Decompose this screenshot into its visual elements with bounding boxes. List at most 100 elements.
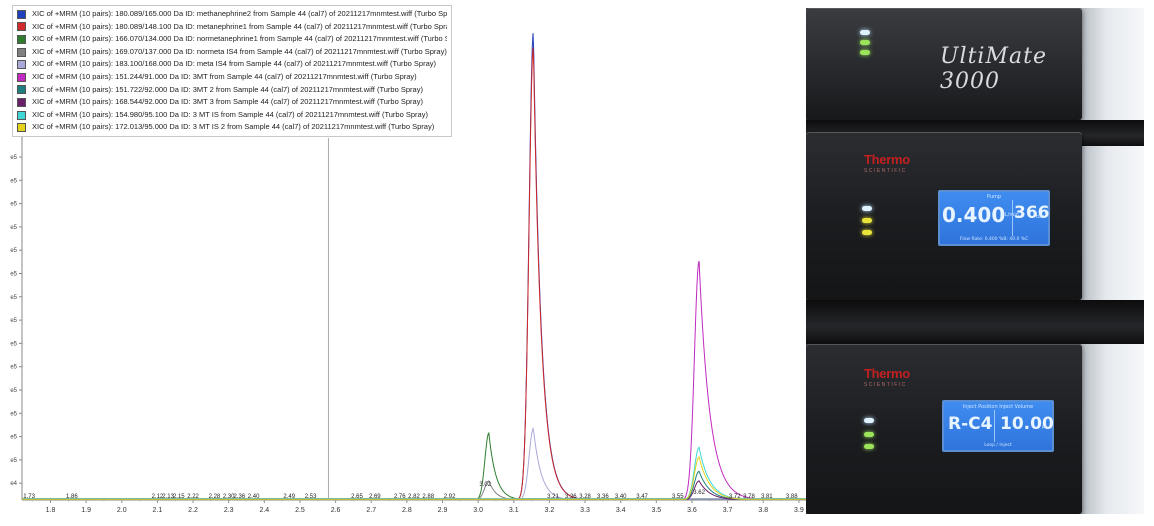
legend-entry: XIC of +MRM (10 pairs): 183.100/168.000 …	[17, 58, 447, 71]
legend-swatch	[17, 97, 26, 107]
retention-time-label: 3.28	[579, 494, 591, 500]
chart-legend: XIC of +MRM (10 pairs): 180.089/165.000 …	[12, 5, 452, 137]
x-tick-label: 3.2	[545, 507, 555, 514]
status-led-icon	[860, 50, 870, 55]
retention-time-label: 2.40	[248, 494, 260, 500]
legend-label: XIC of +MRM (10 pairs): 172.013/95.000 D…	[32, 122, 435, 132]
lcd-divider	[994, 410, 995, 442]
y-tick-label: e5	[10, 272, 17, 278]
x-tick-label: 2.0	[117, 507, 127, 514]
thermo-brand-logo: Thermo	[864, 152, 910, 167]
thermo-brand-sub: SCIENTIFIC	[864, 168, 907, 174]
retention-time-label: 3.26	[565, 494, 577, 500]
y-tick-label: e5	[10, 341, 17, 347]
retention-time-label: 1.86	[66, 494, 78, 500]
status-led-icon	[864, 444, 874, 449]
inject-position-value: R-C4	[948, 414, 993, 434]
x-tick-label: 2.3	[224, 507, 234, 514]
y-tick-label: e5	[10, 295, 17, 301]
x-tick-label: 2.9	[438, 507, 448, 514]
legend-swatch	[17, 34, 26, 44]
legend-entry: XIC of +MRM (10 pairs): 180.089/148.100 …	[17, 21, 447, 34]
retention-time-label: 3.47	[636, 494, 648, 500]
x-tick-label: 3.1	[509, 507, 519, 514]
legend-label: XIC of +MRM (10 pairs): 169.070/137.000 …	[32, 46, 447, 56]
legend-entry: XIC of +MRM (10 pairs): 172.013/95.000 D…	[17, 121, 447, 134]
x-tick-label: 1.8	[46, 507, 56, 514]
x-tick-label: 3.3	[580, 507, 590, 514]
pump-display-header: Pump	[986, 194, 1002, 200]
retention-time-label: 3.72	[729, 494, 741, 500]
y-tick-label: e5	[10, 388, 17, 394]
retention-time-label: 3.02	[479, 482, 491, 488]
status-led-icon	[862, 218, 872, 223]
y-tick-label: e5	[10, 155, 17, 161]
y-tick-label: e5	[10, 411, 17, 417]
autosampler-display: Inject Position Inject Volume R-C4 10.00…	[942, 400, 1054, 452]
photo-background-wall	[1082, 8, 1144, 514]
ultimate-logo: UltiMate 3000	[940, 44, 1047, 94]
retention-time-label: 2.28	[209, 494, 221, 500]
legend-entry: XIC of +MRM (10 pairs): 154.980/95.100 D…	[17, 109, 447, 122]
retention-time-label: 2.49	[283, 494, 295, 500]
legend-swatch	[17, 72, 26, 82]
retention-time-label: 2.36	[234, 494, 246, 500]
x-tick-label: 2.8	[402, 507, 412, 514]
legend-swatch	[17, 47, 26, 57]
y-tick-label: e5	[10, 202, 17, 208]
x-tick-label: 2.4	[259, 507, 269, 514]
retention-time-label: 3.62	[693, 490, 705, 496]
y-tick-label: e5	[10, 365, 17, 371]
legend-entry: XIC of +MRM (10 pairs): 166.070/134.000 …	[17, 33, 447, 46]
retention-time-label: 3.36	[597, 494, 609, 500]
y-tick-label: e5	[10, 458, 17, 464]
x-tick-label: 2.6	[331, 507, 341, 514]
x-tick-label: 2.5	[295, 507, 305, 514]
rack-shelf	[806, 300, 1144, 344]
retention-time-label: 2.15	[173, 494, 185, 500]
y-tick-label: e5	[10, 225, 17, 231]
retention-time-label: 3.81	[761, 494, 773, 500]
x-tick-label: 3.4	[616, 507, 626, 514]
instrument-autosampler-module: Thermo SCIENTIFIC Inject Position Inject…	[806, 344, 1082, 514]
retention-time-label: 2.82	[408, 494, 420, 500]
series-line	[22, 456, 806, 500]
screenshot-root: e5 e5 e5 e5 e5 e5 e5 e5 e5 e5 e5 e5 e5 e5 e4 1.8 1.9 2.0 2…	[0, 0, 1154, 526]
legend-label: XIC of +MRM (10 pairs): 168.544/92.000 D…	[32, 97, 423, 107]
legend-entry: XIC of +MRM (10 pairs): 169.070/137.000 …	[17, 46, 447, 59]
retention-time-label: 2.69	[369, 494, 381, 500]
retention-time-label: 3.55	[672, 494, 684, 500]
autosampler-display-header: Inject Position Inject Volume	[962, 404, 1034, 410]
inject-volume-unit: µl	[1042, 424, 1047, 430]
legend-label: XIC of +MRM (10 pairs): 183.100/168.000 …	[32, 59, 437, 69]
legend-entry: XIC of +MRM (10 pairs): 151.722/92.000 D…	[17, 84, 447, 97]
chart-annotation-layer: 1.73 1.86 2.12 2.13 2.15 2.22 2.28 2.30 2.36 2.40…	[23, 482, 798, 500]
legend-label: XIC of +MRM (10 pairs): 151.722/92.000 D…	[32, 84, 423, 94]
retention-time-label: 2.53	[305, 494, 317, 500]
legend-entry: XIC of +MRM (10 pairs): 151.244/91.000 D…	[17, 71, 447, 84]
retention-time-label: 3.40	[615, 494, 627, 500]
thermo-brand-sub: SCIENTIFIC	[864, 382, 907, 388]
pump-pressure-value: 366	[1014, 203, 1050, 223]
legend-label: XIC of +MRM (10 pairs): 180.089/165.000 …	[32, 9, 447, 18]
pump-flow-value: 0.400	[942, 203, 1006, 227]
status-led-icon	[862, 206, 872, 211]
legend-label: XIC of +MRM (10 pairs): 151.244/91.000 D…	[32, 71, 417, 81]
legend-swatch	[17, 60, 26, 70]
legend-swatch	[17, 22, 26, 32]
legend-entry: XIC of +MRM (10 pairs): 168.544/92.000 D…	[17, 96, 447, 109]
retention-time-label: 2.76	[394, 494, 406, 500]
autosampler-display-footer: Loop / Inject	[984, 443, 1012, 448]
retention-time-label: 2.88	[422, 494, 434, 500]
lcd-divider	[1012, 200, 1013, 236]
series-line	[22, 426, 806, 500]
status-led-icon	[862, 230, 872, 235]
x-tick-label: 3.5	[651, 507, 661, 514]
series-line	[22, 446, 806, 500]
status-led-icon	[864, 432, 874, 437]
series-line	[22, 260, 806, 500]
retention-time-label: 3.88	[786, 494, 798, 500]
instrument-top-module: UltiMate 3000	[806, 8, 1082, 120]
pump-display-footer: Flow Rate: 0.400 %B: 40.0 %C	[959, 237, 1029, 242]
x-tick-label: 3.8	[758, 507, 768, 514]
